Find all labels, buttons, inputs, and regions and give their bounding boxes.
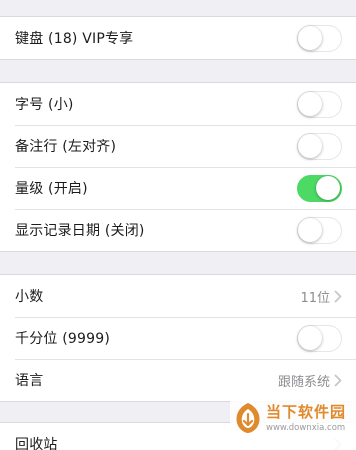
keyboard-label: 键盘 (18) VIP专享 [15, 31, 134, 47]
row-font-size: 字号 (小) [0, 83, 356, 125]
row-show-date: 显示记录日期 (关闭) [0, 209, 356, 251]
display-group: 字号 (小) 备注行 (左对齐) 量级 (开启) 显示记录日期 (关闭) [0, 83, 356, 251]
keyboard-group: 键盘 (18) VIP专享 [0, 17, 356, 59]
toggle-knob [298, 91, 322, 116]
keyboard-toggle[interactable] [297, 24, 342, 52]
settings-screen: 键盘 (18) VIP专享 字号 (小) 备注行 (左对齐) 量级 (开启) 显… [0, 0, 356, 450]
row-decimal[interactable]: 小数 11位 [0, 275, 356, 317]
section-spacer [0, 251, 356, 275]
note-align-toggle[interactable] [297, 132, 342, 160]
watermark-url: www.downxia.com [266, 423, 346, 433]
row-keyboard: 键盘 (18) VIP专享 [0, 17, 356, 59]
chevron-right-icon [334, 290, 342, 302]
decimal-value-link[interactable]: 11位 [300, 287, 342, 306]
decimal-value: 11位 [300, 290, 330, 306]
toggle-knob [298, 217, 322, 242]
language-value: 跟随系统 [277, 374, 330, 390]
note-align-label: 备注行 (左对齐) [15, 139, 117, 155]
number-group: 小数 11位 千分位 (9999) 语言 跟随系统 [0, 275, 356, 401]
row-language[interactable]: 语言 跟随系统 [0, 359, 356, 401]
show-date-label: 显示记录日期 (关闭) [15, 223, 145, 239]
thousands-label: 千分位 (9999) [15, 331, 111, 347]
toggle-knob [316, 175, 340, 200]
downxia-logo-icon [236, 403, 260, 433]
magnitude-toggle[interactable] [297, 174, 342, 202]
language-value-link[interactable]: 跟随系统 [278, 371, 342, 390]
row-magnitude: 量级 (开启) [0, 167, 356, 209]
toggle-knob [298, 325, 322, 350]
section-spacer [0, 59, 356, 83]
thousands-toggle[interactable] [297, 324, 342, 352]
show-date-toggle[interactable] [297, 216, 342, 244]
chevron-right-icon [334, 374, 342, 386]
watermark-title: 当下软件园 [266, 403, 347, 421]
section-spacer [0, 0, 356, 17]
font-size-label: 字号 (小) [15, 97, 74, 113]
font-size-toggle[interactable] [297, 90, 342, 118]
toggle-knob [298, 133, 322, 158]
magnitude-label: 量级 (开启) [15, 181, 88, 197]
recycle-bin-label: 回收站 [15, 437, 58, 450]
row-note-align: 备注行 (左对齐) [0, 125, 356, 167]
toggle-knob [298, 25, 322, 50]
watermark-overlay: 当下软件园 www.downxia.com [230, 396, 356, 450]
language-label: 语言 [15, 373, 44, 389]
row-thousands: 千分位 (9999) [0, 317, 356, 359]
decimal-label: 小数 [15, 289, 44, 305]
